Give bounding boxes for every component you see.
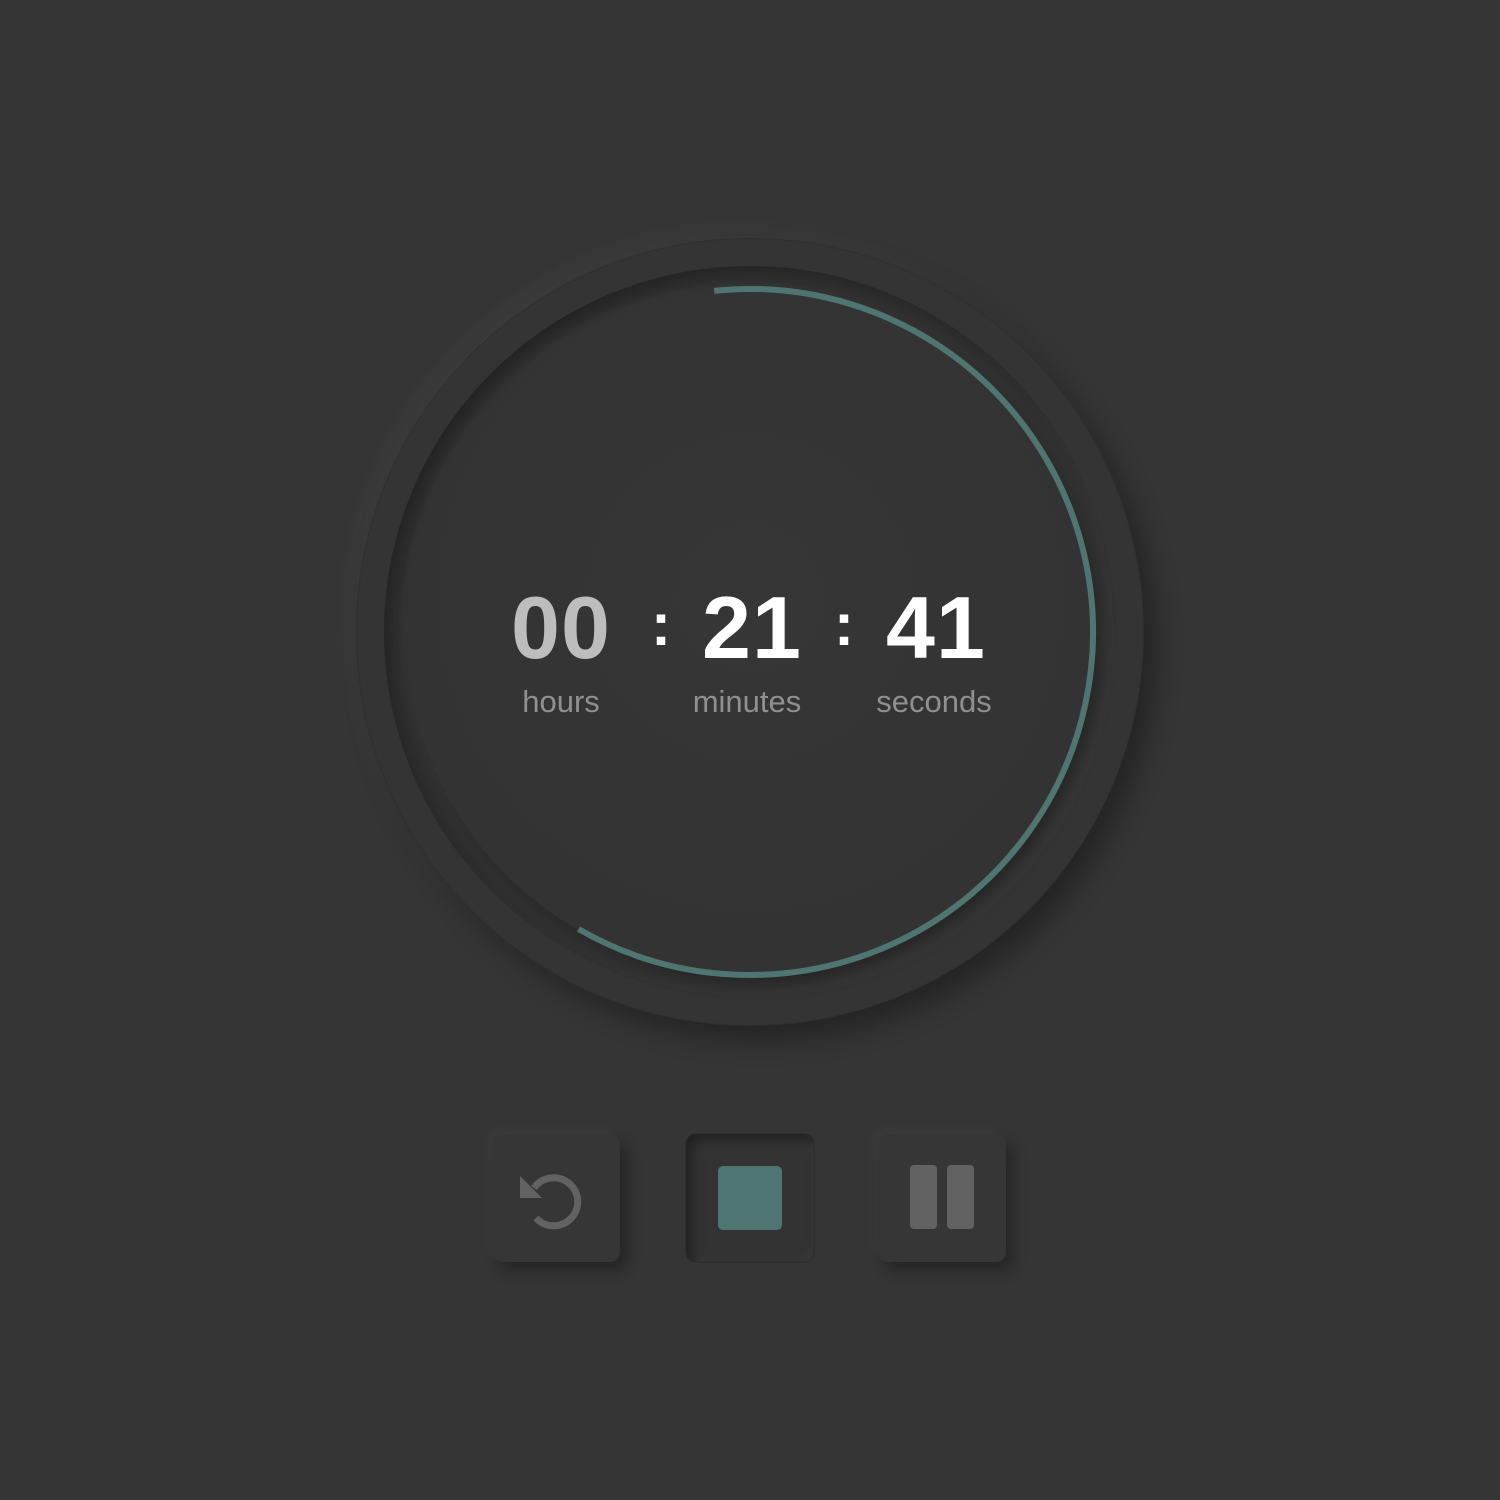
pause-bar-left [910, 1165, 937, 1229]
separator-colon: : [834, 591, 854, 658]
seconds-value: 41 [886, 578, 986, 677]
pause-button[interactable] [878, 1134, 1006, 1262]
timer-screen: 00 : 21 : 41 hours minutes seconds [0, 0, 1500, 1500]
minutes-value: 21 [702, 578, 802, 677]
reset-icon [520, 1174, 582, 1230]
reset-button[interactable] [492, 1134, 620, 1262]
pause-bar-right [947, 1165, 974, 1229]
hours-value: 00 [511, 578, 611, 677]
stop-icon [718, 1166, 782, 1230]
time-readout: 00 : 21 : 41 hours minutes seconds [0, 0, 1500, 1500]
pause-icon [910, 1165, 974, 1229]
hours-label: hours [522, 684, 600, 719]
separator-colon: : [651, 591, 671, 658]
stop-button[interactable] [686, 1134, 814, 1262]
seconds-label: seconds [876, 684, 992, 719]
minutes-label: minutes [692, 684, 802, 719]
